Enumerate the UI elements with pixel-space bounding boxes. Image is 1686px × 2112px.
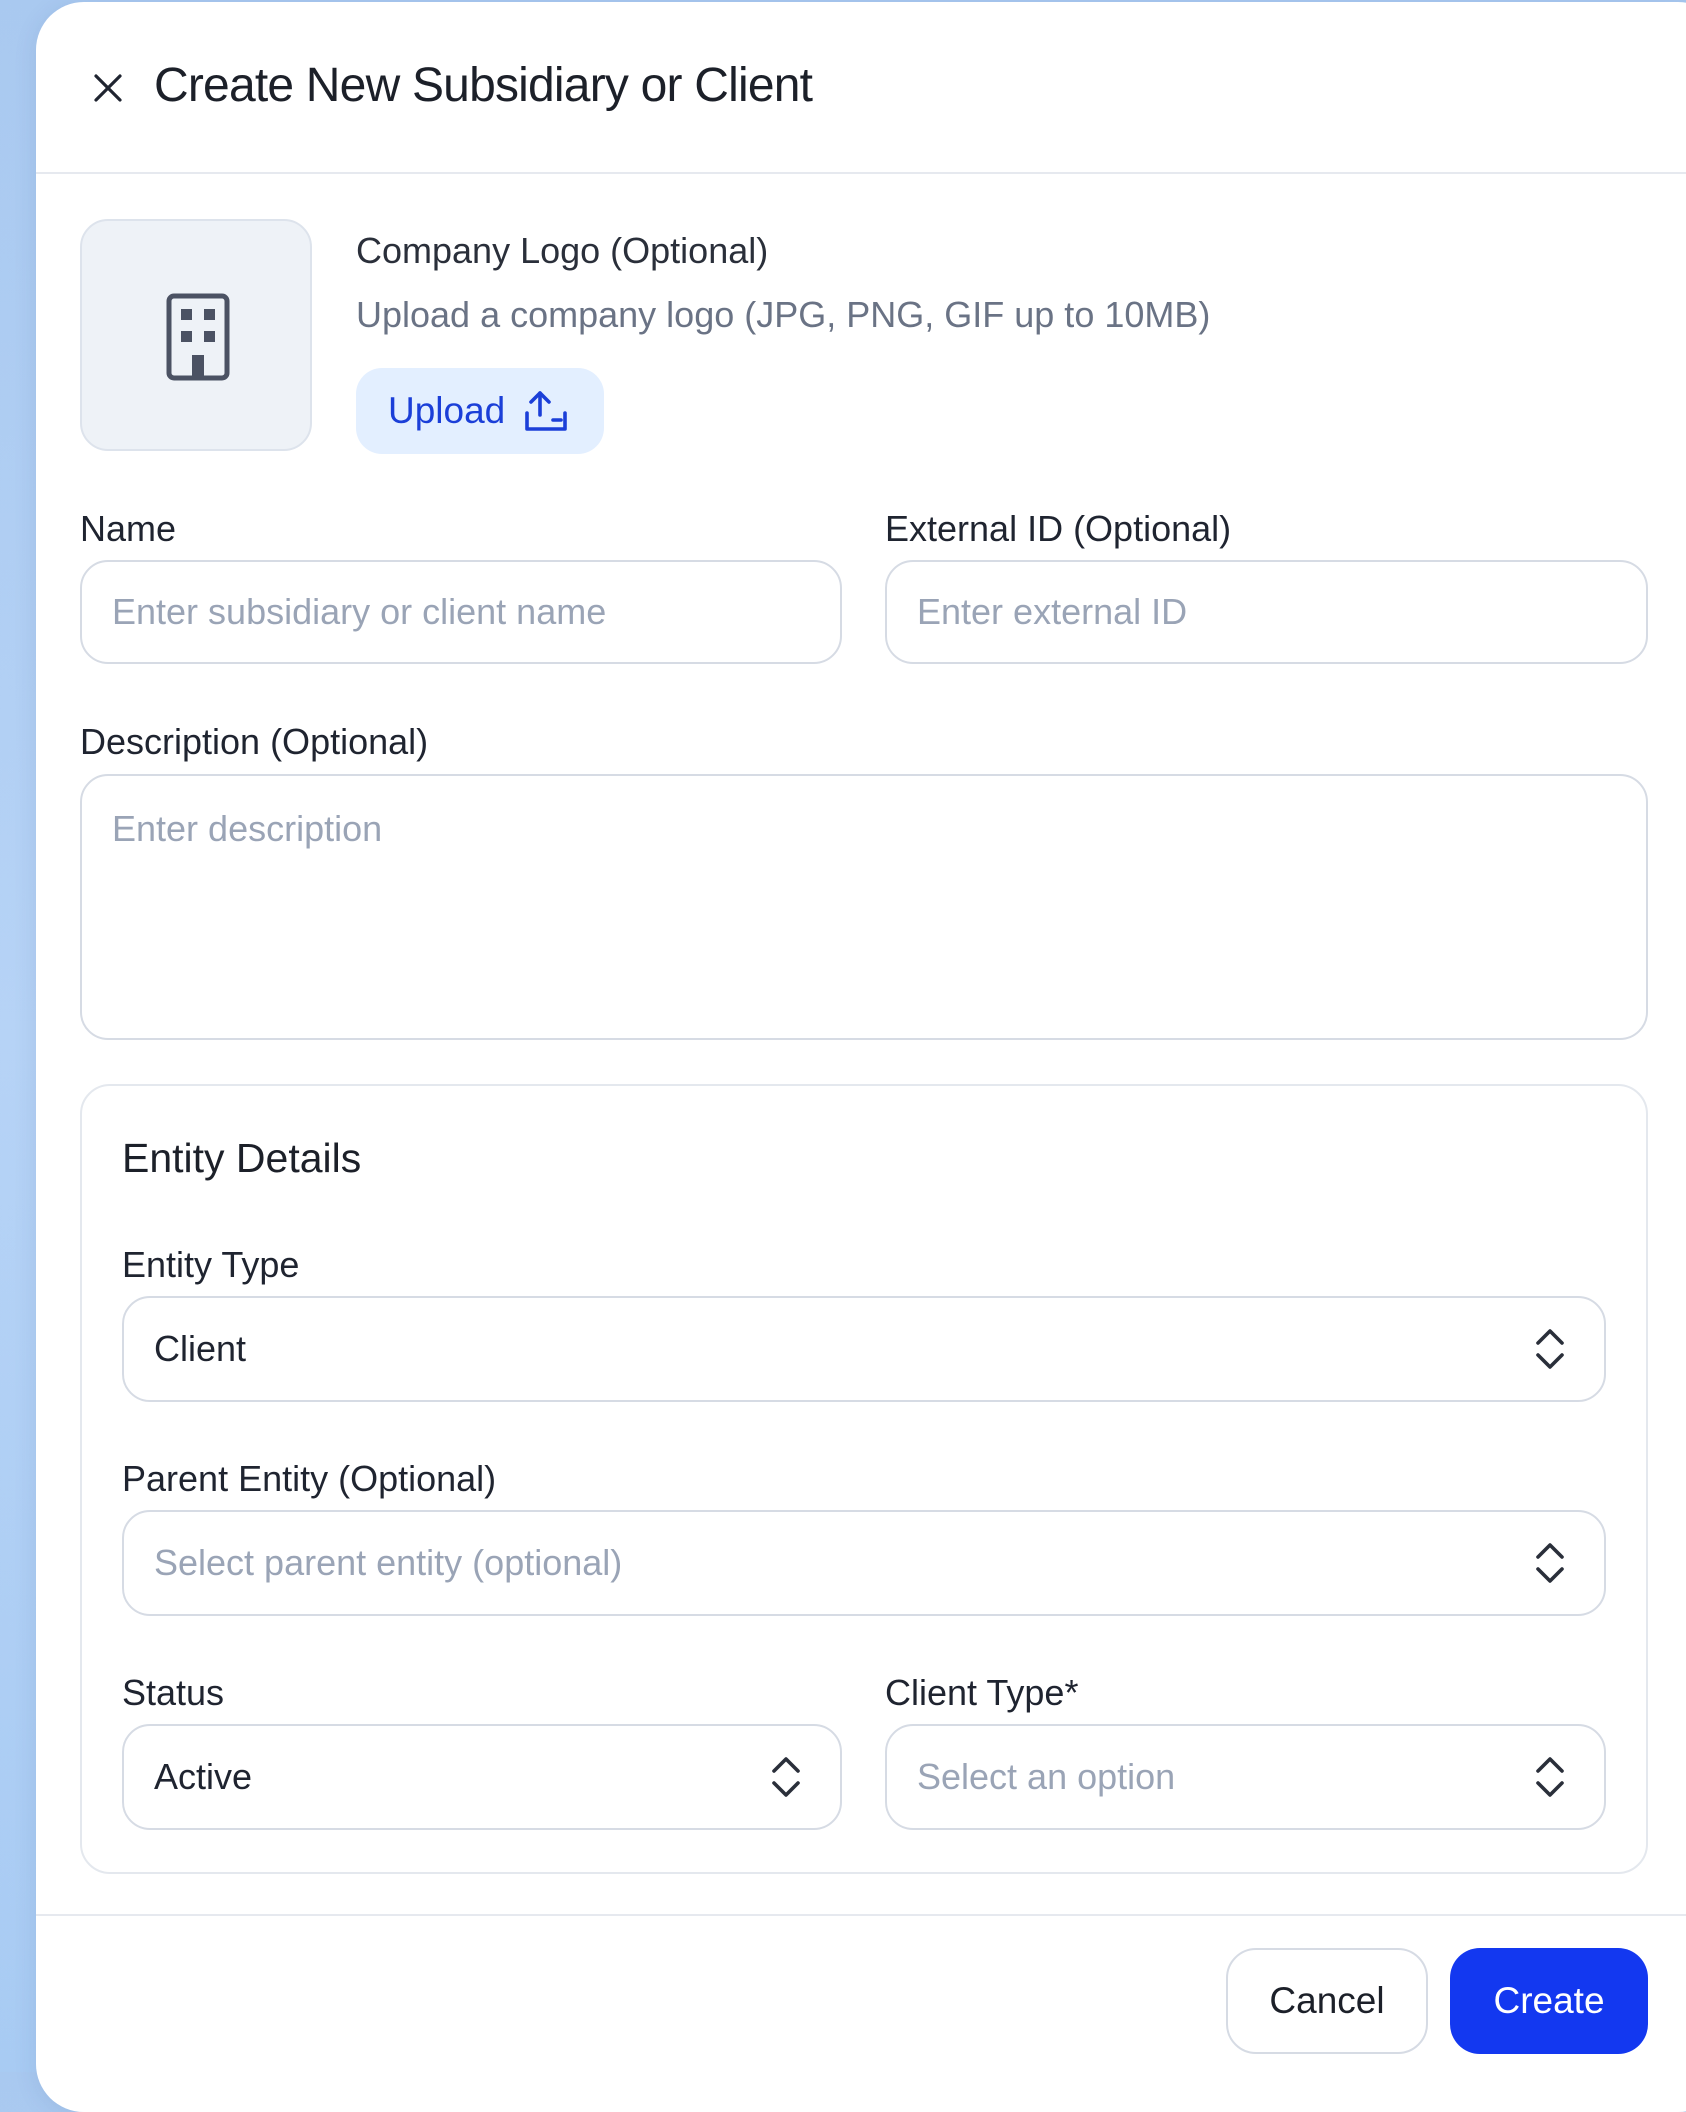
building-icon bbox=[166, 293, 230, 381]
logo-preview[interactable] bbox=[80, 219, 312, 451]
close-button[interactable] bbox=[88, 68, 128, 108]
chevron-up-down-icon bbox=[772, 1757, 800, 1797]
logo-title: Company Logo (Optional) bbox=[356, 230, 769, 271]
entity-type-value: Client bbox=[154, 1328, 247, 1369]
external-id-label: External ID (Optional) bbox=[885, 508, 1232, 549]
chevron-up-down-icon bbox=[1536, 1757, 1564, 1797]
parent-entity-placeholder: Select parent entity (optional) bbox=[154, 1542, 623, 1583]
close-icon bbox=[94, 74, 122, 102]
create-entity-dialog: Create New Subsidiary or Client Company … bbox=[36, 2, 1686, 2112]
entity-details-title: Entity Details bbox=[122, 1135, 362, 1181]
client-type-label: Client Type* bbox=[885, 1672, 1079, 1713]
cancel-button[interactable]: Cancel bbox=[1226, 1948, 1428, 2054]
upload-label: Upload bbox=[388, 390, 506, 431]
upload-icon bbox=[525, 391, 568, 431]
status-select[interactable]: Active bbox=[122, 1724, 842, 1830]
chevron-up-down-icon bbox=[1536, 1329, 1564, 1369]
name-label: Name bbox=[80, 508, 177, 549]
create-button[interactable]: Create bbox=[1450, 1948, 1648, 2054]
client-type-placeholder: Select an option bbox=[917, 1756, 1176, 1797]
name-input[interactable] bbox=[80, 560, 842, 664]
dialog-footer bbox=[36, 1914, 1686, 2112]
parent-entity-select[interactable]: Select parent entity (optional) bbox=[122, 1510, 1606, 1616]
parent-entity-label: Parent Entity (Optional) bbox=[122, 1458, 497, 1499]
upload-button[interactable]: Upload bbox=[356, 368, 604, 454]
status-label: Status bbox=[122, 1672, 225, 1713]
description-label: Description (Optional) bbox=[80, 721, 429, 762]
status-value: Active bbox=[154, 1756, 253, 1797]
client-type-select[interactable]: Select an option bbox=[885, 1724, 1606, 1830]
dialog-header: Create New Subsidiary or Client bbox=[36, 2, 1686, 174]
description-textarea[interactable] bbox=[80, 774, 1648, 1040]
external-id-input[interactable] bbox=[885, 560, 1648, 664]
chevron-up-down-icon bbox=[1536, 1543, 1564, 1583]
entity-type-select[interactable]: Client bbox=[122, 1296, 1606, 1402]
entity-type-label: Entity Type bbox=[122, 1244, 300, 1285]
logo-help-text: Upload a company logo (JPG, PNG, GIF up … bbox=[356, 294, 1211, 335]
dialog-title: Create New Subsidiary or Client bbox=[154, 59, 813, 112]
